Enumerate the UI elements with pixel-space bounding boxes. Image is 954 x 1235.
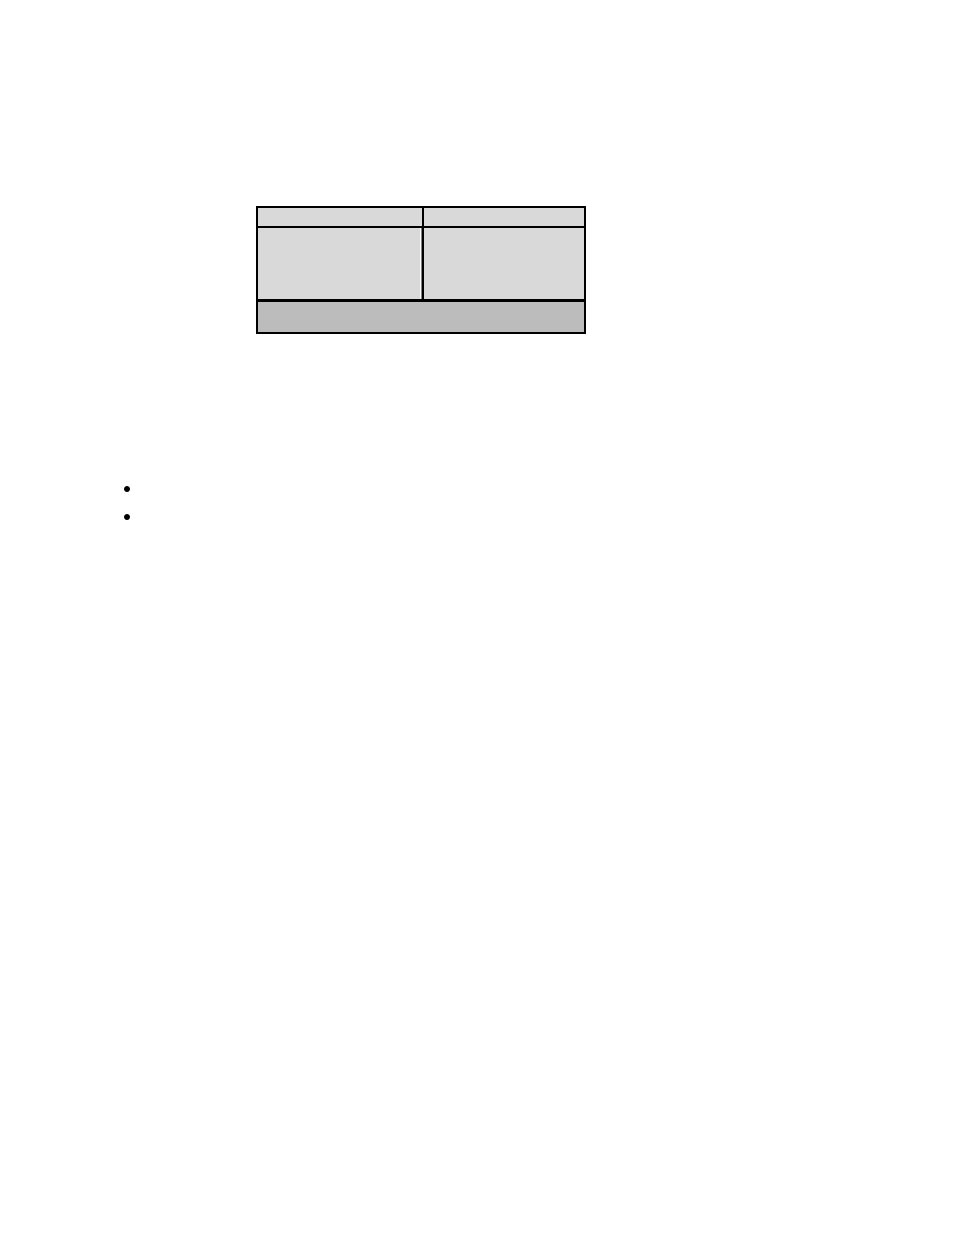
table-body-cell-2: [424, 228, 584, 299]
data-table: [256, 206, 586, 334]
list-item: [142, 483, 152, 493]
table-header-cell-2: [424, 208, 584, 226]
table-body-cell-1: [258, 228, 424, 299]
table-footer-row: [258, 302, 584, 332]
table-body-row: [258, 228, 584, 302]
list-item: [142, 511, 152, 521]
table-header-cell-1: [258, 208, 424, 226]
bullet-list: [142, 483, 152, 539]
table-header-row: [258, 208, 584, 228]
